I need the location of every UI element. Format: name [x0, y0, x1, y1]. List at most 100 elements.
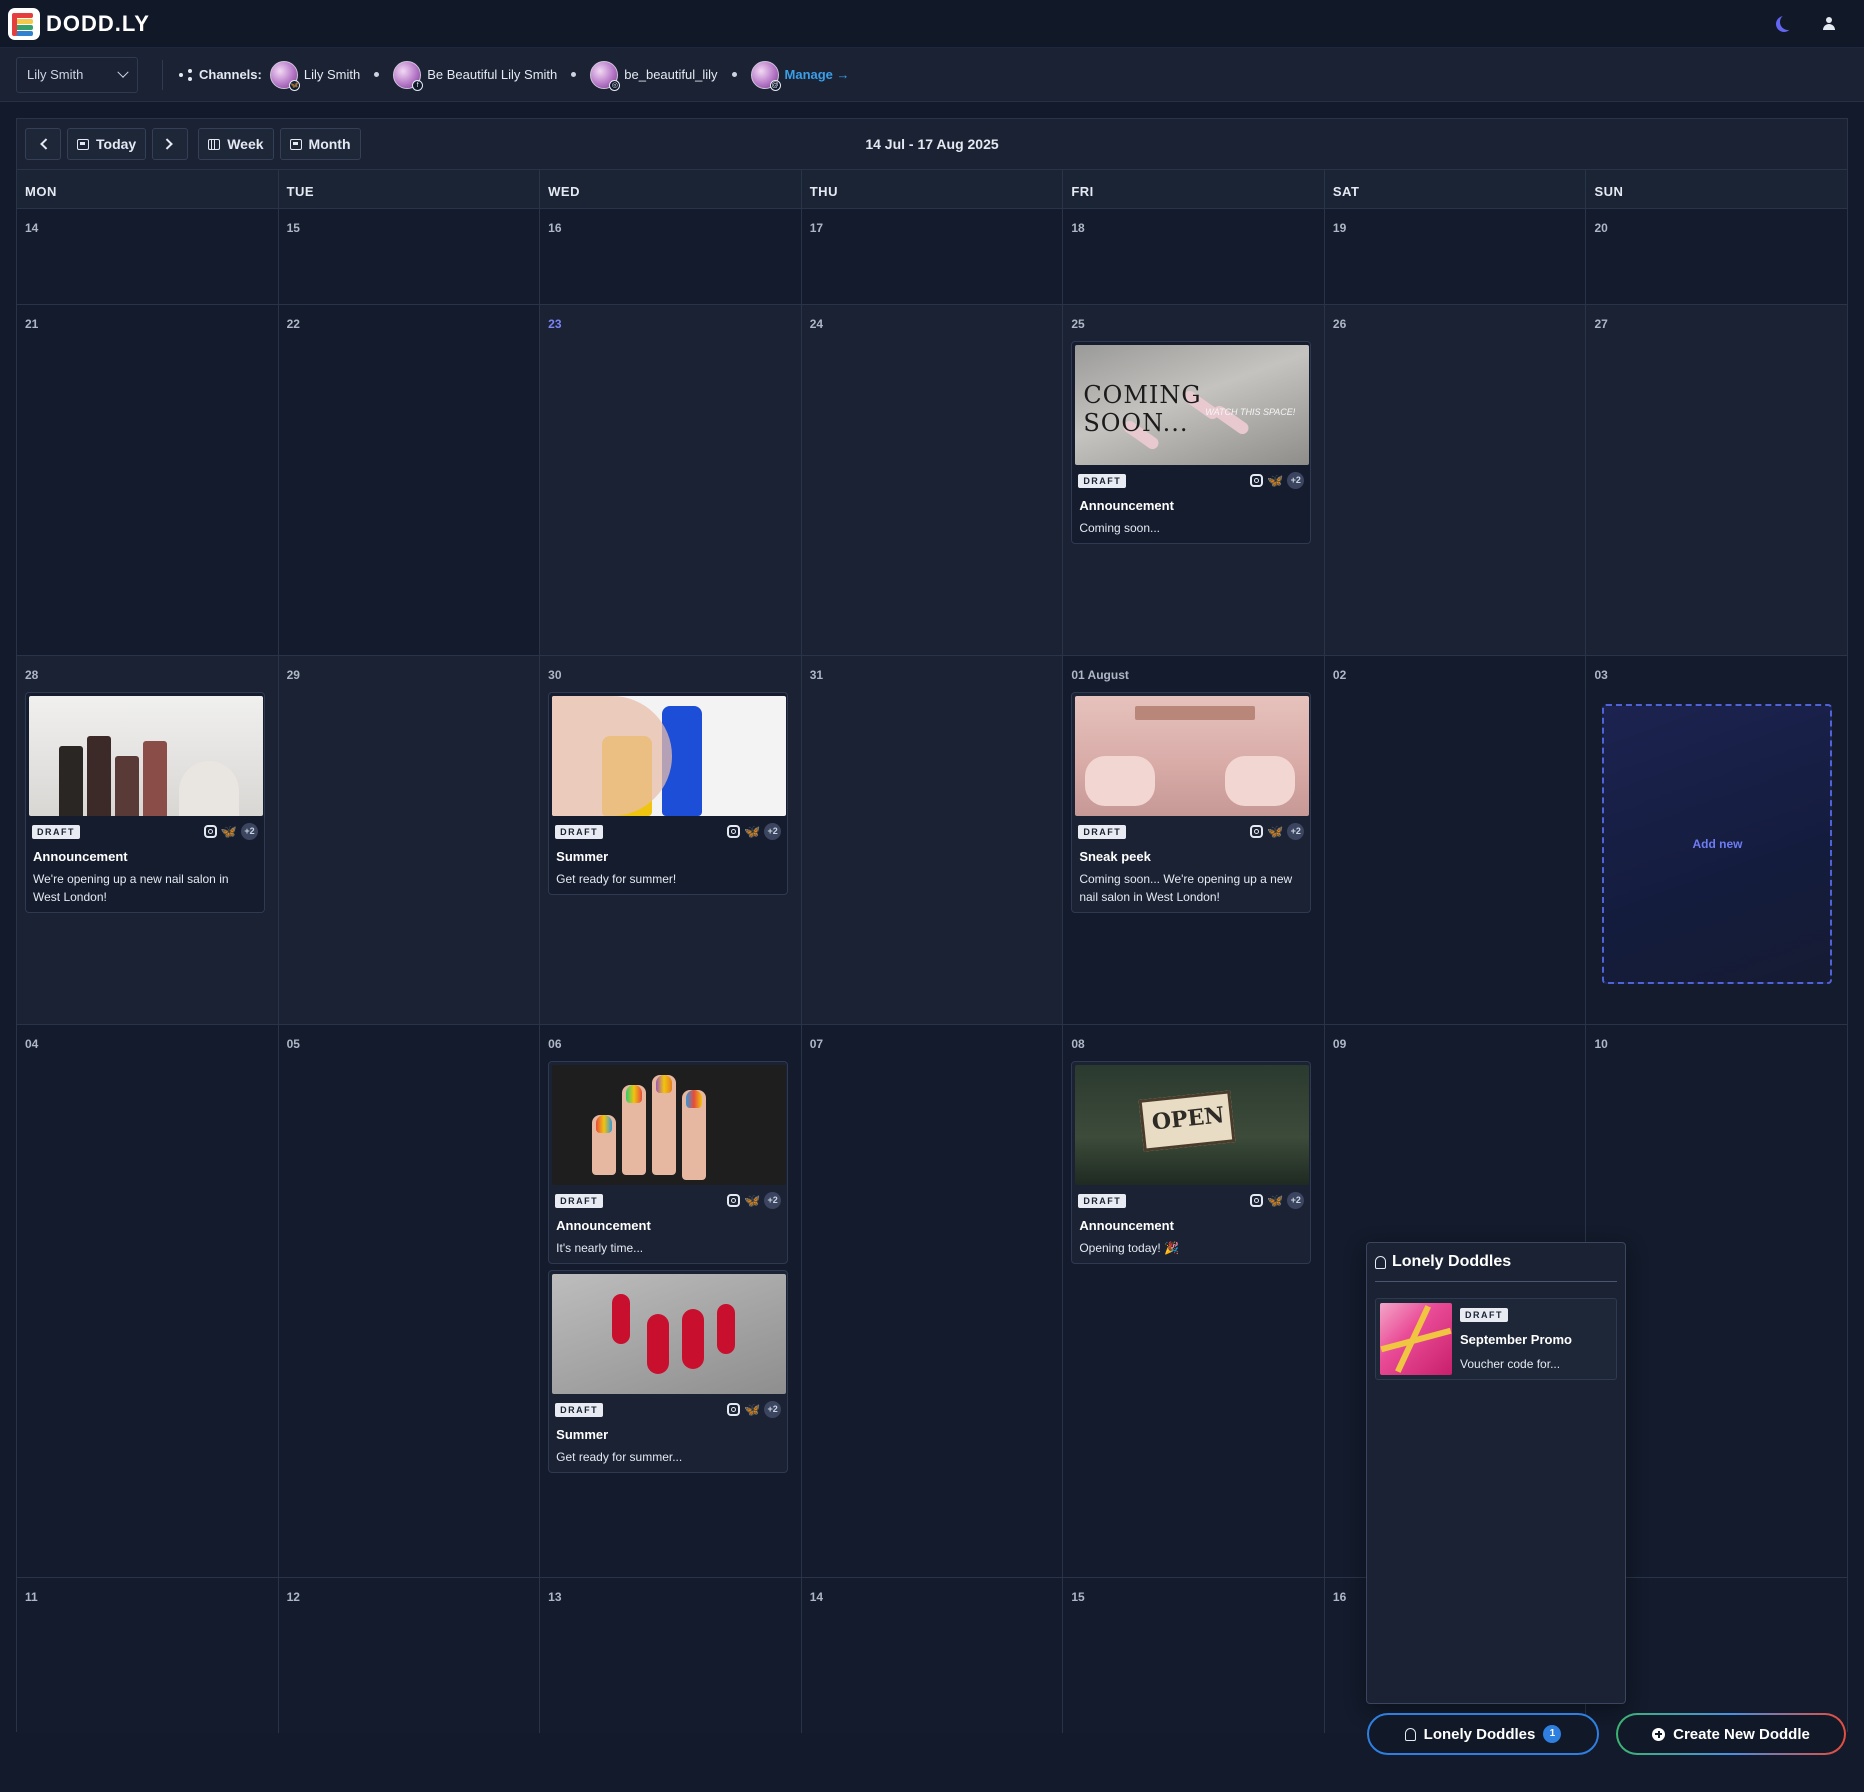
nail-shape [612, 1294, 631, 1344]
account-select[interactable]: Lily Smith [16, 56, 138, 93]
post-card[interactable]: DRAFT 🦋 +2 Summer Get ready for summer... [548, 1270, 789, 1473]
lonely-doddles-button[interactable]: Lonely Doddles 1 [1367, 1713, 1599, 1755]
day-cell[interactable]: 17 [801, 209, 1064, 304]
day-cell[interactable]: 31 [801, 656, 1064, 1024]
day-number: 14 [809, 1590, 824, 1604]
day-cell[interactable]: 11 [17, 1578, 279, 1733]
post-text: Opening today! 🎉 [1079, 1241, 1179, 1255]
bluesky-icon: 🦋 [1267, 824, 1284, 839]
day-cell[interactable]: 15 [278, 209, 541, 304]
channel-lily-smith[interactable]: 🦋 Lily Smith [269, 60, 360, 91]
day-number: 07 [809, 1037, 824, 1051]
week-view-button[interactable]: Week [198, 128, 274, 160]
more-platforms-badge: +2 [764, 1192, 782, 1209]
day-cell[interactable]: 08 OPEN DRAFT 🦋 +2 Announcement Opening to… [1063, 1025, 1325, 1577]
post-title: Sneak peek [1079, 849, 1151, 864]
avatar: 🦋 [269, 60, 300, 91]
bluesky-icon: 🦋 [1267, 473, 1284, 488]
day-cell[interactable]: 22 [278, 305, 541, 655]
day-cell[interactable]: 14 [17, 209, 279, 304]
day-number: 06 [548, 1037, 562, 1051]
channels-label: Channels: [179, 67, 262, 82]
day-cell[interactable]: 12 [278, 1578, 541, 1733]
manage-link[interactable]: Manage → [785, 67, 850, 82]
calendar-icon [77, 138, 89, 150]
separator-dot [571, 72, 577, 77]
chevron-down-icon [117, 66, 129, 78]
channel-be-beautiful-lily-smith[interactable]: f Be Beautiful Lily Smith [393, 60, 557, 91]
instagram-icon [1250, 825, 1264, 838]
day-cell[interactable]: 19 [1324, 209, 1587, 304]
post-title: Announcement [556, 1218, 651, 1233]
month-view-button[interactable]: Month [279, 128, 361, 160]
day-cell[interactable]: 14 [801, 1578, 1064, 1733]
today-button[interactable]: Today [67, 128, 147, 160]
post-image [1380, 1303, 1452, 1375]
draft-badge: DRAFT [555, 1193, 604, 1208]
user-icon[interactable] [1822, 16, 1836, 31]
logo-mark-icon [8, 7, 40, 40]
post-text: Get ready for summer! [556, 872, 677, 886]
bluesky-icon: 🦋 [743, 824, 761, 839]
day-number: 11 [25, 1590, 38, 1604]
instagram-icon [726, 825, 740, 838]
add-new-button[interactable]: Add new [1602, 704, 1833, 984]
day-cell[interactable]: 07 [801, 1025, 1064, 1577]
lonely-doddle-card[interactable]: DRAFT September Promo Voucher code for..… [1375, 1298, 1617, 1380]
day-cell[interactable]: 16 [540, 209, 802, 304]
day-cell[interactable]: 18 [1063, 209, 1325, 304]
day-cell[interactable]: 06 DRAFT 🦋 +2 Announcement It's nearly tim… [540, 1025, 802, 1577]
channel-be-beautiful-lily[interactable]: ◎ be_beautiful_lily [590, 60, 718, 91]
day-number [1594, 1590, 1839, 1604]
post-image: COMING SOON... WATCH THIS SPACE! [1075, 345, 1310, 465]
more-platforms-badge: +2 [1287, 1192, 1305, 1209]
day-cell[interactable]: 05 [278, 1025, 541, 1577]
day-cell[interactable]: 20 [1586, 209, 1848, 304]
chair-shape [1225, 756, 1296, 806]
create-new-doddle-button[interactable]: Create New Doddle [1616, 1713, 1846, 1755]
day-cell[interactable]: 01 August DRAFT 🦋 +2 Sneak peek Coming soo… [1063, 656, 1325, 1024]
post-card[interactable]: DRAFT 🦋 +2 Sneak peek Coming soon... We're… [1071, 692, 1312, 913]
post-image [552, 1065, 787, 1185]
weekday-mon: MON [17, 170, 279, 208]
weekday-tue: TUE [279, 170, 541, 208]
logo[interactable]: DODD.LY [8, 7, 150, 40]
day-cell[interactable]: 26 [1324, 305, 1587, 655]
lonely-doddles-panel: Lonely Doddles DRAFT September Promo Vou… [1366, 1242, 1626, 1704]
moon-icon[interactable] [1780, 14, 1796, 30]
calendar-icon [289, 138, 302, 150]
day-cell-today[interactable]: 23 [540, 305, 802, 655]
day-cell[interactable]: 15 [1063, 1578, 1325, 1733]
more-platforms-badge: +2 [1287, 823, 1305, 840]
post-title: Announcement [33, 849, 128, 864]
prev-button[interactable] [25, 128, 61, 160]
post-card[interactable]: OPEN DRAFT 🦋 +2 Announcement Opening today… [1071, 1061, 1312, 1264]
day-cell[interactable]: 24 [801, 305, 1064, 655]
divider [162, 59, 163, 90]
week-label: Week [227, 136, 264, 152]
day-cell[interactable]: 03 Add new [1586, 656, 1848, 1024]
day-cell[interactable]: 04 [17, 1025, 279, 1577]
day-cell[interactable]: 28 DRAFT 🦋 +2 Announcement We're opening u… [17, 656, 279, 1024]
day-cell[interactable]: 21 [17, 305, 279, 655]
day-cell[interactable]: 25 COMING SOON... WATCH THIS SPACE! DRAF… [1063, 305, 1325, 655]
post-card[interactable]: DRAFT 🦋 +2 Announcement It's nearly time..… [548, 1061, 789, 1264]
day-cell[interactable]: 30 DRAFT 🦋 +2 Summer Get ready for summer! [540, 656, 802, 1024]
post-card[interactable]: DRAFT 🦋 +2 Announcement We're opening up a… [25, 692, 265, 913]
next-button[interactable] [152, 128, 189, 160]
post-card[interactable]: DRAFT 🦋 +2 Summer Get ready for summer! [548, 692, 789, 895]
day-number: 02 [1332, 668, 1347, 682]
day-number: 09 [1332, 1037, 1347, 1051]
open-sign: OPEN [1138, 1090, 1236, 1152]
week-row: 14 15 16 17 18 19 20 [17, 209, 1848, 305]
day-number: 15 [1071, 1590, 1085, 1604]
draft-badge: DRAFT [1460, 1308, 1508, 1322]
day-cell[interactable]: 02 [1324, 656, 1587, 1024]
manage-channels[interactable]: @ Manage → [750, 60, 850, 91]
month-label: Month [308, 136, 351, 152]
day-cell[interactable]: 13 [540, 1578, 802, 1733]
draft-badge: DRAFT [555, 824, 604, 839]
day-cell[interactable]: 29 [278, 656, 541, 1024]
post-card[interactable]: COMING SOON... WATCH THIS SPACE! DRAFT 🦋 +… [1071, 341, 1312, 544]
day-cell[interactable]: 27 [1586, 305, 1848, 655]
